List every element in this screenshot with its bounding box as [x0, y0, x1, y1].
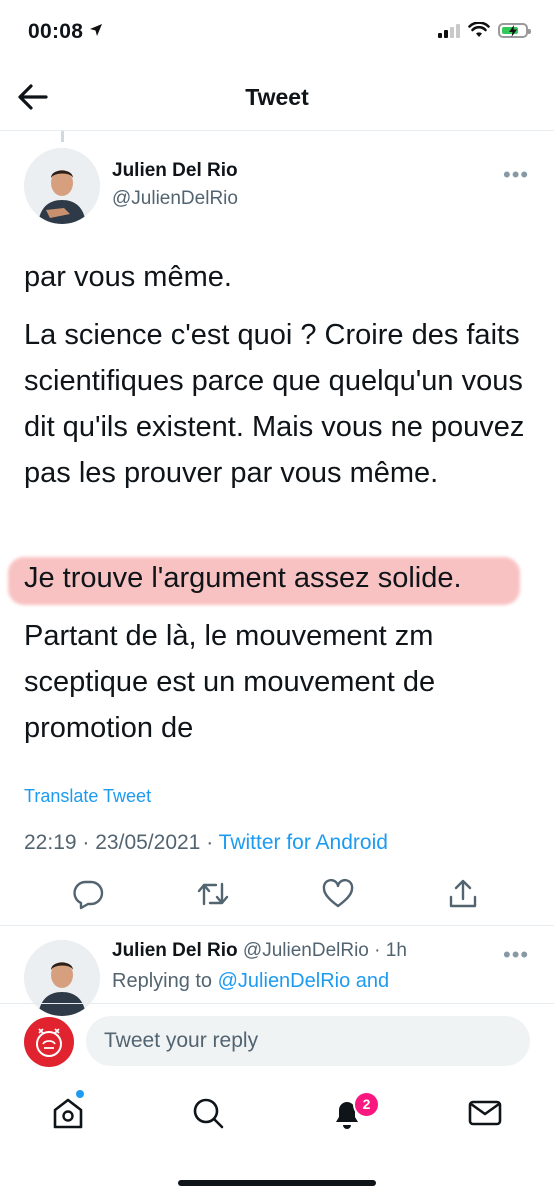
tweet-text-paragraph-2: La science c'est quoi ? Croire des faits… [24, 319, 525, 489]
tweet-date: 23/05/2021 [95, 831, 201, 854]
page-title: Tweet [245, 84, 309, 110]
compose-divider [0, 1003, 554, 1004]
like-heart-icon[interactable] [321, 877, 355, 911]
replying-to-line: Replying to @JulienDelRio and [112, 970, 389, 993]
wifi-icon [468, 22, 490, 37]
tweet-text-paragraph-4: Partant de là, le mouvement zm sceptique… [24, 620, 436, 744]
search-icon[interactable] [189, 1094, 227, 1132]
cellular-signal-icon [438, 23, 460, 38]
reply-more-options-icon[interactable]: ••• [503, 942, 529, 968]
my-profile-avatar[interactable] [24, 1017, 74, 1067]
reply-header: Julien Del Rio @JulienDelRio · 1h [112, 940, 407, 961]
reply-author-name[interactable]: Julien Del Rio [112, 940, 238, 961]
status-time: 00:08 [28, 20, 103, 44]
replying-to-mention[interactable]: @JulienDelRio [218, 970, 351, 992]
replying-to-label: Replying to [112, 970, 213, 992]
messages-envelope-icon[interactable] [466, 1094, 504, 1132]
thread-connector-line [61, 131, 64, 142]
tweet-text-paragraph-3: Je trouve l'argument assez solide. [24, 562, 462, 594]
reply-age: 1h [385, 940, 407, 961]
header-divider [0, 130, 554, 131]
meta-separator: · [82, 831, 90, 854]
more-options-icon[interactable]: ••• [503, 162, 529, 188]
tweet-time: 22:19 [24, 831, 77, 854]
home-indicator-bar [178, 1180, 376, 1186]
reply-input[interactable]: Tweet your reply [86, 1016, 530, 1066]
battery-icon [498, 22, 531, 38]
tweet-meta: 22:19 · 23/05/2021 · Twitter for Android [24, 831, 388, 855]
reply-author-avatar[interactable] [24, 940, 100, 1016]
location-arrow-icon [90, 24, 103, 36]
reply-input-placeholder: Tweet your reply [104, 1029, 259, 1052]
share-icon[interactable] [446, 877, 480, 911]
retweet-icon[interactable] [196, 877, 230, 911]
tweet-source-link[interactable]: Twitter for Android [219, 831, 388, 854]
home-unread-dot [76, 1090, 84, 1098]
home-icon[interactable] [49, 1094, 87, 1132]
meta-separator: · [206, 831, 214, 854]
author-avatar[interactable] [24, 148, 100, 224]
reply-author-handle[interactable]: @JulienDelRio [243, 940, 369, 961]
status-indicators [438, 22, 531, 38]
tweet-text-paragraph-1: par vous même. [24, 261, 232, 293]
notifications-badge: 2 [353, 1091, 380, 1118]
author-name[interactable]: Julien Del Rio [112, 160, 238, 182]
actions-divider [0, 925, 554, 926]
author-handle[interactable]: @JulienDelRio [112, 188, 238, 210]
translate-tweet-link[interactable]: Translate Tweet [24, 786, 151, 807]
reply-icon[interactable] [71, 877, 105, 911]
replying-to-others[interactable]: and [356, 970, 389, 992]
